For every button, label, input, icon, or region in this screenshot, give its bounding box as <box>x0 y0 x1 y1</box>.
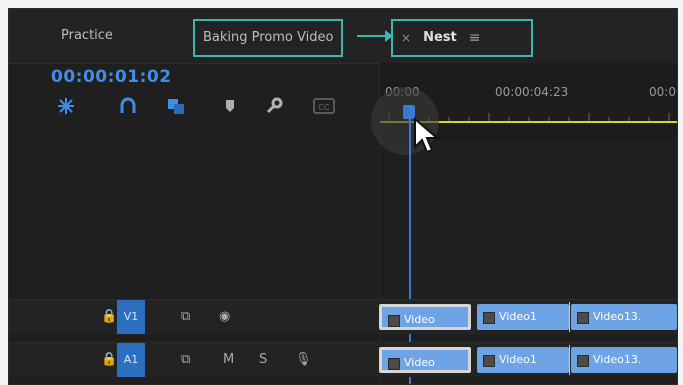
clip-label: Video1 <box>499 310 537 323</box>
ruler-label-mid: 00:00:04:23 <box>495 85 569 99</box>
clip-video1[interactable]: Video1 <box>477 304 569 330</box>
captions-icon[interactable]: CC <box>313 97 335 115</box>
sync-lock-icon[interactable]: ⧉ <box>181 352 190 370</box>
fx-icon <box>577 355 589 367</box>
timeline-tools: CC <box>57 97 357 117</box>
clip-edit-point[interactable] <box>569 302 570 332</box>
tab-practice[interactable]: Practice <box>61 16 113 56</box>
close-icon[interactable]: × <box>401 21 411 55</box>
clip-video13[interactable]: Video13. <box>571 304 677 330</box>
timecode-display[interactable]: 00:00:01:02 <box>51 67 172 87</box>
microphone-icon[interactable]: 🎙 <box>295 352 312 370</box>
solo-button[interactable]: S <box>259 352 267 370</box>
fx-icon <box>577 312 589 324</box>
track-v1: 🔒 V1 ⧉ ◉ Video Video1 Video13. <box>9 299 677 334</box>
tab-bar: Practice Baking Promo Video × Nest ≡ <box>9 9 677 64</box>
tab-baking-promo-video[interactable]: Baking Promo Video <box>193 19 344 57</box>
wrench-icon[interactable] <box>265 97 283 115</box>
mute-button[interactable]: M <box>223 352 234 370</box>
fx-icon <box>388 315 400 327</box>
tab-nest-label: Nest <box>423 30 457 45</box>
track-a1: 🔒 A1 ⧉ M S 🎙 Video Video1 Video13. <box>9 342 677 377</box>
snap-icon[interactable] <box>57 97 75 115</box>
fx-icon <box>483 355 495 367</box>
marker-icon[interactable] <box>221 97 239 115</box>
magnet-icon[interactable] <box>119 97 137 115</box>
clip-video13[interactable]: Video13. <box>571 347 677 373</box>
timeline-panel: Practice Baking Promo Video × Nest ≡ 00:… <box>8 8 678 385</box>
clip-label: Video1 <box>499 353 537 366</box>
lock-icon[interactable]: 🔒 <box>101 352 117 370</box>
eye-icon[interactable]: ◉ <box>219 309 230 327</box>
track-target-v1[interactable]: V1 <box>117 300 145 334</box>
clip-label: Video13. <box>593 353 642 366</box>
tab-nest[interactable]: × Nest ≡ <box>391 19 533 57</box>
mouse-cursor-icon <box>414 117 440 154</box>
track-target-a1[interactable]: A1 <box>117 343 145 377</box>
clip-label: Video13. <box>593 310 642 323</box>
fx-icon <box>388 358 400 370</box>
clip-label: Video <box>404 356 435 369</box>
clip-video[interactable]: Video <box>379 347 471 373</box>
menu-icon[interactable]: ≡ <box>469 21 481 55</box>
clip-video1[interactable]: Video1 <box>477 347 569 373</box>
clip-edit-point[interactable] <box>569 345 570 375</box>
fx-icon <box>483 312 495 324</box>
svg-text:CC: CC <box>318 103 330 112</box>
ruler-label-end: 00:00 <box>649 85 677 99</box>
arrow-icon <box>357 30 393 42</box>
lock-icon[interactable]: 🔒 <box>101 309 117 327</box>
linked-selection-icon[interactable] <box>167 97 185 115</box>
clip-video[interactable]: Video <box>379 304 471 330</box>
clip-label: Video <box>404 313 435 326</box>
sync-lock-icon[interactable]: ⧉ <box>181 309 190 327</box>
